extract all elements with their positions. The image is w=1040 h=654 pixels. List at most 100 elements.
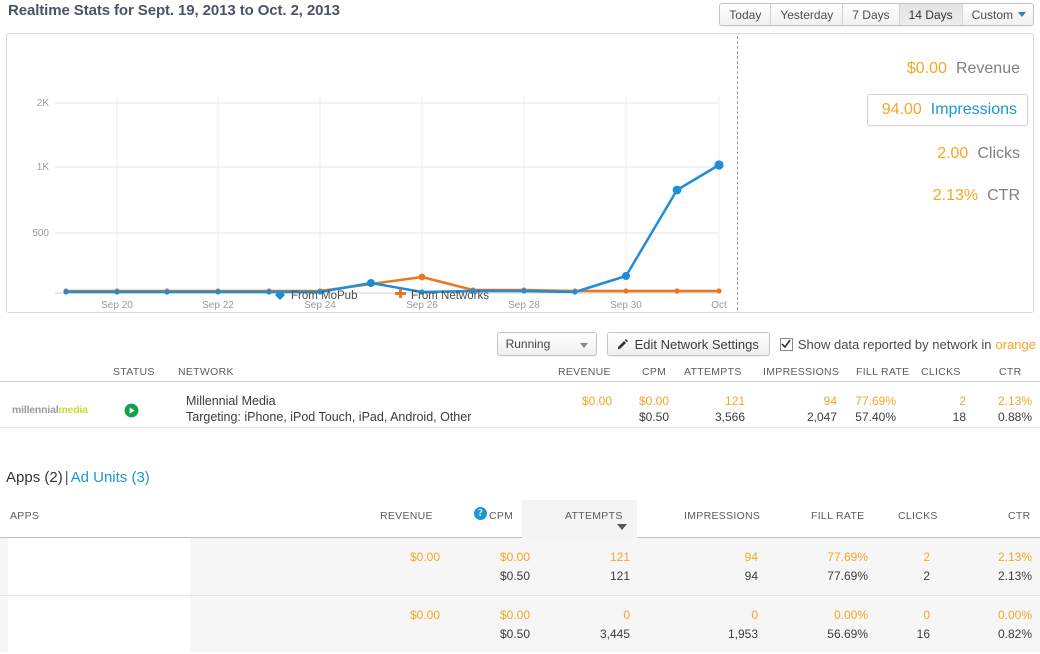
cell-revenue: $0.00	[330, 606, 440, 625]
cell-impressions-network: 2,047	[806, 410, 837, 424]
cell-clicks: 2 18	[896, 393, 966, 425]
cell-cpm: $0.00 $0.50	[440, 606, 530, 644]
ad-units-tab-link[interactable]: Ad Units (3)	[71, 469, 150, 486]
header-fill-rate[interactable]: FILL RATE	[856, 366, 909, 378]
sort-descending-icon[interactable]	[617, 524, 627, 530]
date-range-button-group[interactable]: Today Yesterday 7 Days 14 Days Custom	[719, 3, 1034, 26]
svg-text:Sep 22: Sep 22	[202, 300, 234, 311]
apps-table: APPS REVENUE ? CPM ATTEMPTS IMPRESSIONS …	[0, 500, 1040, 653]
cell-attempts-mopub: 121	[724, 394, 745, 408]
show-network-data-checkbox-wrap[interactable]: Show data reported by network in orange	[779, 336, 1036, 352]
cell-fill-rate-mopub: 77.69%	[827, 550, 868, 564]
tab-separator: |	[64, 469, 69, 486]
table-row[interactable]: millennialmedia Millennial Media Targeti…	[0, 382, 1040, 428]
header-clicks[interactable]: CLICKS	[921, 366, 961, 378]
svg-text:Oct: Oct	[711, 300, 727, 311]
cell-clicks: 2 2	[870, 548, 930, 586]
date-range-yesterday[interactable]: Yesterday	[771, 4, 844, 25]
cell-fill-rate-mopub: 0.00%	[833, 608, 868, 622]
header-revenue[interactable]: REVENUE	[558, 366, 611, 378]
cell-impressions-mopub: 0	[751, 608, 758, 622]
cell-attempts-network: 121	[609, 569, 630, 583]
cell-attempts-mopub: 0	[623, 608, 630, 622]
cell-revenue-mopub: $0.00	[409, 550, 440, 564]
cell-fill-rate: 0.00% 56.69%	[790, 606, 868, 644]
stat-ctr-value: 2.13%	[932, 187, 979, 204]
header-impressions[interactable]: IMPRESSIONS	[763, 366, 839, 378]
cell-ctr: 2.13% 2.13%	[955, 548, 1032, 586]
cell-attempts: 121 3,566	[660, 393, 745, 425]
cell-cpm-network: $0.50	[499, 569, 530, 583]
apps-tab-label[interactable]: Apps (2)	[6, 469, 63, 486]
apps-header-ctr[interactable]: CTR	[1008, 510, 1030, 522]
cell-cpm-mopub: $0.00	[499, 550, 530, 564]
cell-clicks: 0 16	[870, 606, 930, 644]
help-icon[interactable]: ?	[474, 507, 487, 520]
apps-header-clicks[interactable]: CLICKS	[898, 510, 938, 522]
cell-clicks-mopub: 2	[959, 394, 966, 408]
mopub-series-markers	[63, 160, 724, 295]
cell-impressions: 94 94	[660, 548, 758, 586]
network-table-header: STATUS NETWORK REVENUE CPM ATTEMPTS IMPR…	[0, 362, 1040, 382]
apps-header-fill-rate[interactable]: FILL RATE	[811, 510, 864, 522]
status-filter-select[interactable]: Running	[496, 332, 597, 356]
stat-revenue-label: Revenue	[955, 60, 1020, 77]
svg-text:From Networks: From Networks	[411, 290, 489, 302]
cell-revenue: $0.00	[330, 548, 440, 567]
stat-impressions-value: 94.00	[881, 101, 922, 118]
cell-clicks-network: 18	[952, 410, 966, 424]
checkbox-checked-icon[interactable]	[779, 337, 793, 351]
cell-cpm-network: $0.50	[638, 410, 669, 424]
cell-attempts: 121 121	[540, 548, 630, 586]
table-row[interactable]: $0.00 $0.00 $0.50 121 121 94 94 77.69% 7…	[0, 538, 1040, 595]
cell-fill-rate-mopub: 77.69%	[855, 394, 896, 408]
cell-impressions: 94 2,047	[740, 393, 837, 425]
impressions-line-chart[interactable]: 2K 1K 500 Sep 20 Sep 22 Sep 24 Sep 26 Se…	[7, 34, 737, 312]
cell-revenue-mopub: $0.00	[581, 394, 612, 408]
cell-attempts: 0 3,445	[540, 606, 630, 644]
realtime-stats-page: Realtime Stats for Sept. 19, 2013 to Oct…	[0, 0, 1040, 654]
stat-revenue[interactable]: $0.00 Revenue	[907, 60, 1020, 78]
apps-header-revenue[interactable]: REVENUE	[380, 510, 433, 522]
cell-fill-rate: 77.69% 57.40%	[830, 393, 896, 425]
apps-header-impressions[interactable]: IMPRESSIONS	[684, 510, 760, 522]
cell-clicks-mopub: 2	[923, 550, 930, 564]
cell-fill-rate-network: 77.69%	[827, 569, 868, 583]
status-running-icon[interactable]	[124, 403, 139, 423]
cell-impressions-network: 1,953	[727, 627, 758, 641]
cell-fill-rate: 77.69% 77.69%	[790, 548, 868, 586]
cell-revenue: $0.00	[500, 393, 612, 409]
show-network-data-label: Show data reported by network in	[797, 336, 992, 352]
apps-header-attempts[interactable]: ATTEMPTS	[565, 510, 623, 522]
header-cpm[interactable]: CPM	[642, 366, 666, 378]
cell-ctr: 2.13% 0.88%	[960, 393, 1032, 425]
page-title: Realtime Stats for Sept. 19, 2013 to Oct…	[8, 2, 340, 19]
chevron-down-icon	[1018, 12, 1026, 17]
stat-impressions[interactable]: 94.00 Impressions	[866, 94, 1028, 126]
edit-network-settings-label: Edit Network Settings	[634, 336, 759, 352]
date-range-today[interactable]: Today	[720, 4, 772, 25]
stat-ctr[interactable]: 2.13% CTR	[933, 187, 1020, 205]
pencil-icon	[616, 338, 629, 351]
svg-text:Sep 28: Sep 28	[508, 300, 540, 311]
stat-clicks[interactable]: 2.00 Clicks	[937, 145, 1020, 163]
table-row[interactable]: $0.00 $0.00 $0.50 0 3,445 0 1,953 0.00% …	[0, 595, 1040, 653]
summary-stats-panel: $0.00 Revenue 94.00 Impressions 2.00 Cli…	[738, 34, 1034, 312]
orange-keyword: orange	[995, 336, 1036, 352]
cell-ctr-network: 0.88%	[997, 410, 1032, 424]
cell-impressions-mopub: 94	[823, 394, 837, 408]
stat-ctr-label: CTR	[987, 187, 1020, 204]
header-network: NETWORK	[178, 366, 234, 378]
header-ctr[interactable]: CTR	[999, 366, 1021, 378]
date-range-7-days[interactable]: 7 Days	[843, 4, 900, 25]
date-range-custom[interactable]: Custom	[962, 4, 1033, 25]
stat-impressions-label: Impressions	[930, 101, 1017, 118]
cell-ctr-mopub: 2.13%	[997, 550, 1032, 564]
header-attempts[interactable]: ATTEMPTS	[684, 366, 742, 378]
edit-network-settings-button[interactable]: Edit Network Settings	[606, 332, 770, 356]
apps-header-cpm[interactable]: CPM	[489, 510, 513, 522]
cell-ctr-mopub: 2.13%	[997, 394, 1032, 408]
cell-fill-rate-network: 56.69%	[827, 627, 868, 641]
cell-clicks-network: 2	[923, 569, 930, 583]
date-range-14-days[interactable]: 14 Days	[899, 4, 963, 25]
